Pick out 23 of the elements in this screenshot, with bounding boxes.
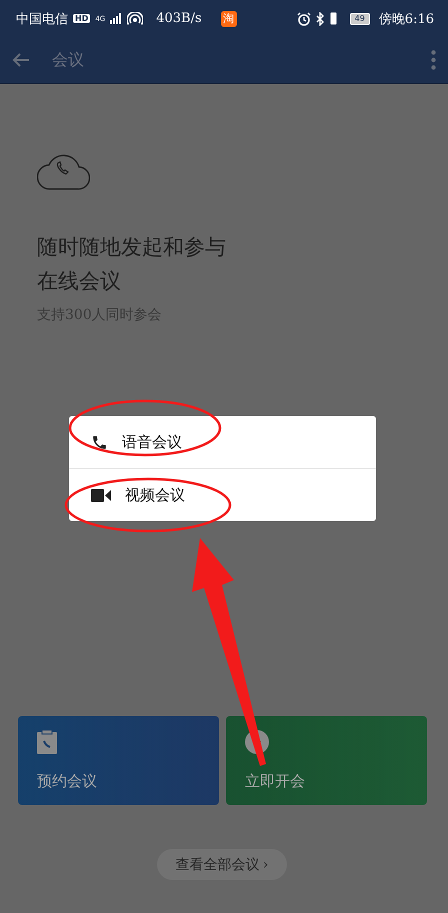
wifi-hotspot-icon <box>127 12 144 26</box>
menu-item[interactable]: 视频会议 <box>69 468 376 521</box>
menu-item[interactable]: 语音会议 <box>69 416 376 468</box>
bluetooth-icon <box>316 12 325 26</box>
video-camera-icon <box>91 488 111 502</box>
network-speed: 403B/s <box>156 11 202 26</box>
meeting-card[interactable]: 立即开会 <box>226 716 427 805</box>
phone-icon <box>91 434 108 450</box>
headline: 随时随地发起和参与 在线会议 <box>37 234 227 295</box>
signal-icon <box>110 13 122 24</box>
view-all-button[interactable]: 查看全部会议 › <box>157 849 287 880</box>
more-menu-icon[interactable] <box>431 50 436 70</box>
clipboard-phone-icon <box>37 730 57 754</box>
app-notification-icon: 淘 <box>220 10 237 26</box>
vibrate-icon <box>330 12 337 25</box>
back-arrow-icon[interactable] <box>12 52 30 68</box>
hd-badge: HD <box>73 14 90 23</box>
battery-level: 49 <box>350 12 370 24</box>
meeting-card[interactable]: 预约会议 <box>18 716 219 805</box>
clock-time: 傍晚6:16 <box>378 10 434 28</box>
carrier-name: 中国电信 <box>16 10 68 28</box>
page-title: 会议 <box>52 50 84 70</box>
alarm-icon <box>296 12 311 26</box>
